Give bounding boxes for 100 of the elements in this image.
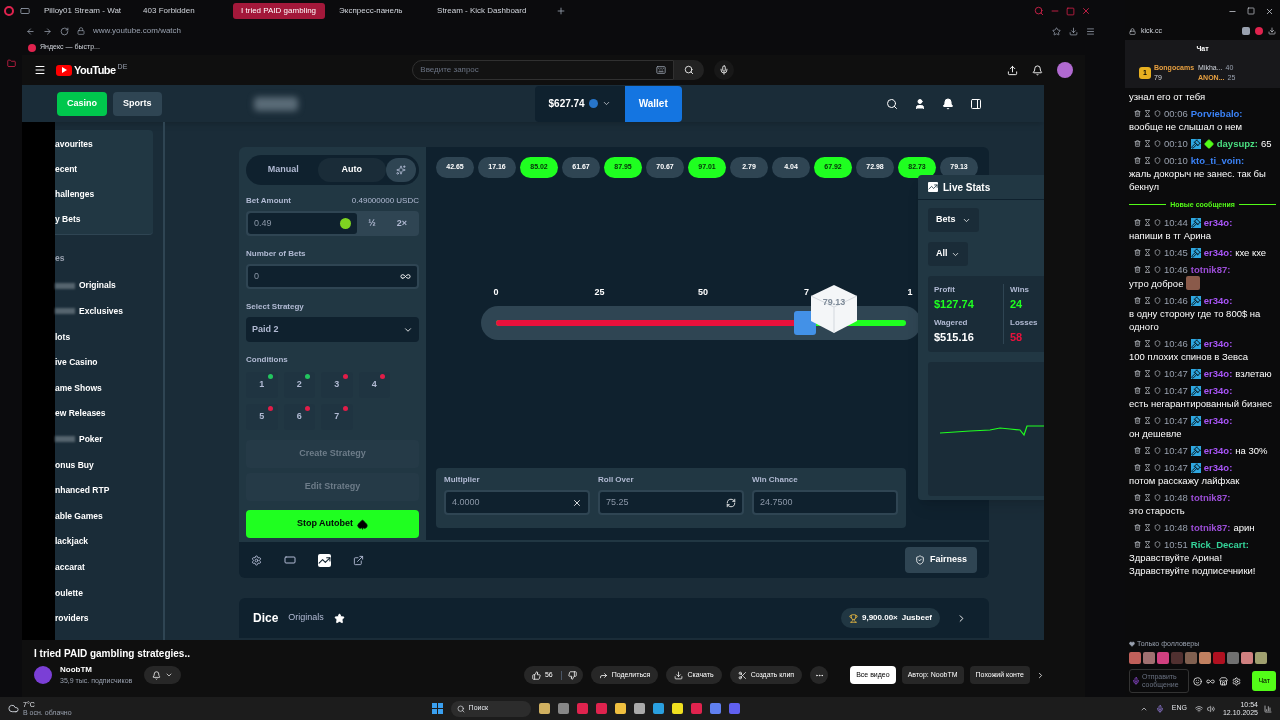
sidebar-item[interactable]: Originals bbox=[79, 279, 116, 293]
chat-username[interactable]: er34o: bbox=[1203, 216, 1233, 229]
channel-name[interactable]: NoobTM bbox=[60, 664, 133, 676]
search-field[interactable]: Введите запрос bbox=[412, 60, 675, 80]
sidebar-item[interactable]: hallenges bbox=[55, 182, 153, 207]
emote-icon[interactable] bbox=[1185, 652, 1197, 664]
chat-username[interactable]: Rick_Decart: bbox=[1190, 538, 1249, 551]
reload-icon[interactable] bbox=[60, 26, 69, 36]
forward-icon[interactable] bbox=[43, 26, 52, 36]
condition-button[interactable]: 7 bbox=[321, 404, 353, 430]
timeout-icon[interactable] bbox=[1144, 417, 1151, 424]
settings-icon[interactable] bbox=[251, 554, 262, 566]
download-icon[interactable] bbox=[1069, 26, 1078, 36]
wallet-button[interactable]: Wallet bbox=[624, 85, 682, 122]
delete-icon[interactable] bbox=[1134, 110, 1141, 117]
chat-username[interactable]: er34o: bbox=[1203, 337, 1233, 350]
menu-icon[interactable] bbox=[34, 64, 46, 76]
start-icon[interactable] bbox=[431, 703, 443, 714]
browser-tab[interactable]: Stream - Kick Dashboard bbox=[429, 3, 535, 19]
bookmark-icon[interactable] bbox=[1052, 26, 1061, 36]
timeout-icon[interactable] bbox=[1144, 266, 1151, 273]
emote-icon[interactable] bbox=[1143, 652, 1155, 664]
timeout-icon[interactable] bbox=[1144, 110, 1151, 117]
browser-tab[interactable]: Экспресс-панель bbox=[331, 3, 424, 19]
taskbar-app-icon[interactable] bbox=[671, 703, 683, 714]
sidebar-item[interactable]: accarat bbox=[55, 560, 85, 574]
ban-icon[interactable] bbox=[1154, 249, 1161, 256]
roll-slider[interactable] bbox=[481, 305, 921, 340]
back-icon[interactable] bbox=[26, 26, 35, 36]
delete-icon[interactable] bbox=[1134, 387, 1141, 394]
ban-icon[interactable] bbox=[1154, 297, 1161, 304]
timeout-icon[interactable] bbox=[1144, 447, 1151, 454]
taskbar-app-icon[interactable] bbox=[633, 703, 645, 714]
browser-tab[interactable]: I tried PAID gambling bbox=[233, 3, 326, 19]
delete-icon[interactable] bbox=[1134, 447, 1141, 454]
emote-icon[interactable] bbox=[1227, 652, 1239, 664]
ban-icon[interactable] bbox=[1154, 140, 1161, 147]
keyboard-icon[interactable] bbox=[656, 65, 667, 75]
timeout-icon[interactable] bbox=[1144, 157, 1151, 164]
auto-strategy-button[interactable] bbox=[386, 158, 416, 182]
timeout-icon[interactable] bbox=[1144, 494, 1151, 501]
subscription-bell-button[interactable] bbox=[144, 666, 182, 685]
sidebar-item[interactable]: y Bets bbox=[55, 207, 153, 232]
delete-icon[interactable] bbox=[1134, 140, 1141, 147]
timeout-icon[interactable] bbox=[1144, 249, 1151, 256]
timeout-icon[interactable] bbox=[1144, 387, 1151, 394]
chat-username[interactable]: totnik87: bbox=[1190, 521, 1231, 534]
sidebar-item[interactable]: ecent bbox=[55, 157, 153, 182]
chat-username[interactable]: totnik87: bbox=[1190, 491, 1231, 504]
delete-icon[interactable] bbox=[1134, 340, 1141, 347]
double-button[interactable]: 2× bbox=[387, 213, 417, 234]
emote-icon[interactable] bbox=[1241, 652, 1253, 664]
delete-icon[interactable] bbox=[1134, 464, 1141, 471]
chat-username[interactable]: er34o: bbox=[1203, 444, 1233, 457]
browser-tab[interactable]: Pilloy01 Stream - Wat bbox=[36, 3, 130, 19]
search-button[interactable] bbox=[674, 60, 705, 80]
popout-icon[interactable] bbox=[353, 554, 364, 566]
mode-tab[interactable]: Auto bbox=[317, 158, 386, 182]
infinity-icon[interactable] bbox=[400, 271, 411, 282]
channel-avatar[interactable] bbox=[34, 666, 52, 685]
ban-icon[interactable] bbox=[1154, 340, 1161, 347]
casino-tab[interactable]: Sports bbox=[113, 91, 162, 116]
condition-button[interactable]: 3 bbox=[321, 372, 353, 398]
condition-button[interactable]: 1 bbox=[246, 372, 278, 398]
strategy-select[interactable]: Paid 2 bbox=[246, 317, 419, 342]
sidebar-item[interactable]: onus Buy bbox=[55, 458, 94, 472]
mode-tab[interactable]: Manual bbox=[249, 158, 318, 182]
timeout-icon[interactable] bbox=[1144, 464, 1151, 471]
sidebar-icon[interactable] bbox=[6, 59, 16, 68]
timeout-icon[interactable] bbox=[1144, 219, 1151, 226]
timeout-icon[interactable] bbox=[1144, 140, 1151, 147]
delete-icon[interactable] bbox=[1134, 219, 1141, 226]
delete-icon[interactable] bbox=[1134, 249, 1141, 256]
stop-autobet-button[interactable]: Stop Autobet bbox=[246, 510, 419, 538]
game-field[interactable]: 4.0000 bbox=[444, 490, 590, 515]
browser-tab[interactable]: 403 Forbidden bbox=[135, 3, 228, 19]
sidebar-item[interactable]: lots bbox=[55, 330, 71, 344]
emote-icon[interactable] bbox=[1129, 652, 1141, 664]
download-icon[interactable] bbox=[1268, 27, 1276, 35]
sidebar-item[interactable]: lackjack bbox=[55, 535, 89, 549]
ban-icon[interactable] bbox=[1154, 157, 1161, 164]
chat-username[interactable]: daysupz: bbox=[1216, 137, 1258, 150]
live-stats-icon[interactable] bbox=[318, 553, 331, 567]
timeout-icon[interactable] bbox=[1144, 541, 1151, 548]
network-icon[interactable] bbox=[1194, 704, 1203, 713]
next-icon[interactable] bbox=[1036, 670, 1045, 680]
condition-button[interactable]: 6 bbox=[283, 404, 315, 430]
ban-icon[interactable] bbox=[1154, 370, 1161, 377]
game-field[interactable]: 24.7500 bbox=[752, 490, 898, 515]
delete-icon[interactable] bbox=[1134, 370, 1141, 377]
sidebar-item[interactable]: ame Shows bbox=[55, 381, 102, 395]
bets-dropdown[interactable]: Bets bbox=[928, 208, 979, 232]
chat-username[interactable]: er34o: bbox=[1203, 367, 1233, 380]
sidebar-toggle-icon[interactable] bbox=[970, 97, 982, 110]
sidebar-item[interactable]: ew Releases bbox=[55, 407, 106, 421]
delete-icon[interactable] bbox=[1134, 297, 1141, 304]
profile-icon[interactable] bbox=[914, 97, 926, 110]
close-icon[interactable] bbox=[1265, 6, 1274, 16]
sidebar-item[interactable]: roviders bbox=[55, 612, 89, 625]
condition-button[interactable]: 4 bbox=[358, 372, 390, 398]
